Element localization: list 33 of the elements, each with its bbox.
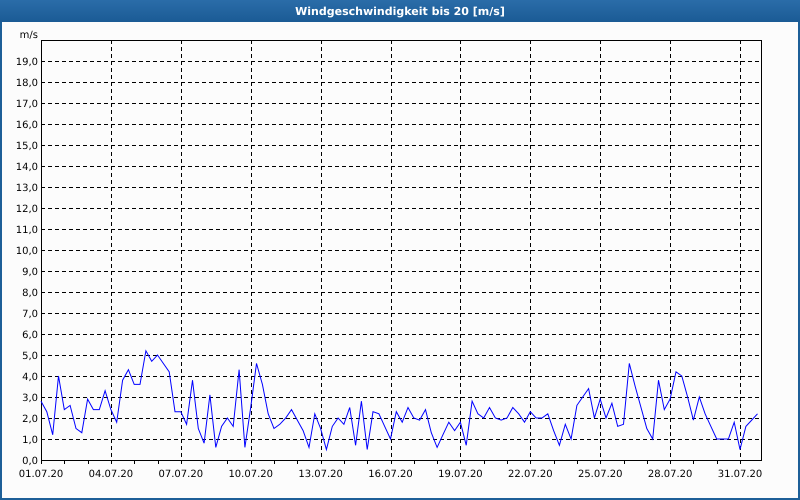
y-tick-label: 15,0 <box>16 141 38 152</box>
x-tick-label: 13.07.20 <box>298 469 343 480</box>
y-tick-label: 6,0 <box>22 330 38 341</box>
y-tick-label: 11,0 <box>16 225 38 236</box>
x-tick-label: 28.07.20 <box>648 469 692 480</box>
y-tick-label: 13,0 <box>16 183 38 194</box>
x-tick-label: 16.07.20 <box>368 469 413 480</box>
y-tick-label: 19,0 <box>16 57 38 68</box>
x-tick-label: 31.07.20 <box>718 469 762 480</box>
x-tick-label: 04.07.20 <box>88 469 134 480</box>
y-tick-label: 18,0 <box>16 78 38 89</box>
x-tick-label: 10.07.20 <box>228 469 273 480</box>
x-tick-label: 22.07.20 <box>508 469 553 480</box>
y-tick-label: 5,0 <box>22 351 38 362</box>
y-tick-label: 3,0 <box>22 393 38 404</box>
y-tick-label: 12,0 <box>16 204 38 215</box>
x-tick-label: 25.07.20 <box>578 469 622 480</box>
x-tick-label: 19.07.20 <box>438 469 483 480</box>
y-axis-unit: m/s <box>20 30 38 41</box>
y-tick-label: 10,0 <box>16 246 38 257</box>
y-tick-label: 7,0 <box>22 309 38 320</box>
x-tick-label: 01.07.20 <box>18 469 64 480</box>
y-tick-label: 17,0 <box>16 99 38 110</box>
x-tick-label: 07.07.20 <box>158 469 204 480</box>
y-tick-label: 8,0 <box>22 288 38 299</box>
y-tick-label: 0,0 <box>22 456 38 467</box>
y-tick-label: 9,0 <box>22 267 38 278</box>
window-title: Windgeschwindigkeit bis 20 [m/s] <box>295 4 505 18</box>
y-tick-label: 4,0 <box>22 372 38 383</box>
y-tick-label: 2,0 <box>22 414 38 425</box>
y-tick-label: 1,0 <box>22 435 38 446</box>
y-tick-label: 16,0 <box>16 120 38 131</box>
y-tick-label: 14,0 <box>16 162 38 173</box>
